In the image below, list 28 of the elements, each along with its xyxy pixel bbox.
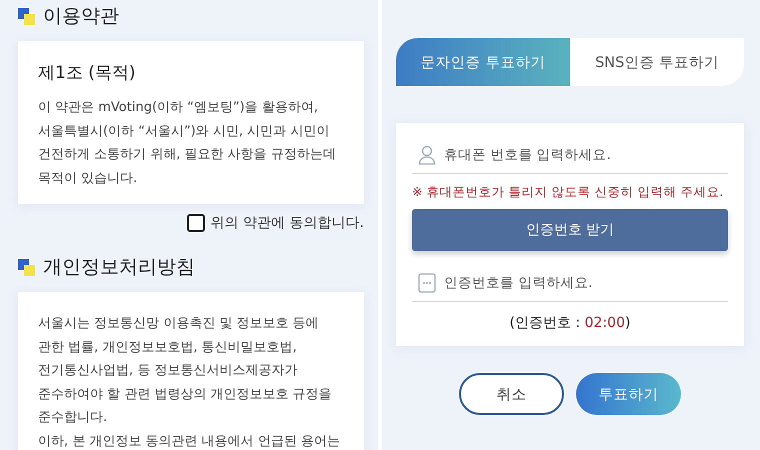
cancel-button[interactable]: 취소 [459, 373, 564, 415]
agree-label: 위의 약관에 동의합니다. [210, 214, 364, 232]
section-icon [18, 8, 35, 24]
terms-text: 준수합니다. [38, 409, 108, 427]
terms-text: 목적이 있습니다. [38, 170, 138, 188]
tab[interactable]: 문자인증 투표하기 [396, 38, 570, 86]
request-code-button[interactable]: 인증번호 받기 [412, 209, 728, 251]
terms-text: 준수하여야 할 관련 법령상의 개인정보보호 규정을 [38, 386, 333, 404]
tab[interactable]: SNS인증 투표하기 [570, 38, 744, 86]
terms-text: 관한 법률, 개인정보보호법, 통신비밀보호법, [38, 338, 298, 356]
checkbox[interactable] [186, 214, 205, 232]
timer-text: (인증번호 : 02:00) [508, 314, 632, 332]
terms-text: 이하, 본 개인정보 동의관련 내용에서 언급된 용어는 [38, 432, 341, 450]
user-icon [418, 145, 436, 165]
article-heading: 제1조 (목적) [38, 62, 136, 84]
terms-text: 이 약관은 mVoting(이하 “엠보팅”)을 활용하여, [38, 99, 319, 117]
phone-field[interactable]: 휴대폰 번호를 입력하세요. [442, 146, 728, 164]
terms-text: 건전하게 소통하기 위해, 필요한 사항을 규정하는데 [38, 146, 337, 164]
terms-text: 전기통신사업법, 등 정보통신서비스제공자가 [38, 362, 298, 380]
warning-text: ※ 휴대폰번호가 틀리지 않도록 신중히 입력해 주세요. [412, 184, 724, 201]
vote-button[interactable]: 투표하기 [576, 373, 681, 415]
message-icon [418, 273, 436, 293]
section-title: 개인정보처리방침 [43, 255, 195, 280]
code-field[interactable]: 인증번호를 입력하세요. [442, 274, 728, 292]
terms-text: 서울시는 정보통신망 이용촉진 및 정보보호 등에 [38, 315, 320, 333]
terms-text: 서울특별시(이하 “서울시”)와 시민, 시민과 시민이 [38, 122, 330, 140]
section-icon [18, 258, 35, 276]
section-title: 이용약관 [43, 4, 119, 29]
